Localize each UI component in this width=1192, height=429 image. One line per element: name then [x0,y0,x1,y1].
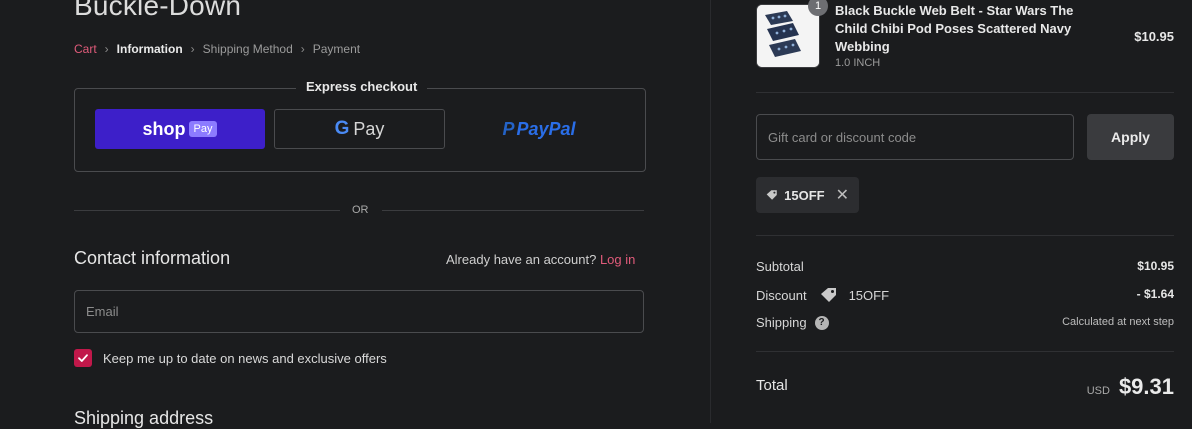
contact-heading: Contact information [74,248,231,268]
close-icon[interactable]: ✕ [836,185,849,205]
chevron-right-icon: › [300,42,305,56]
belt-image-icon [757,5,819,67]
account-prompt: Already have an account? Log in [446,252,635,267]
applied-discount-tag: 15OFF ✕ [756,177,859,213]
total-label: Total [756,377,788,394]
product-variant: 1.0 INCH [835,57,881,69]
express-checkout-title: Express checkout [296,79,428,94]
shop-pay-button[interactable]: shop Pay [95,109,265,149]
discount-value: - $1.64 [1136,287,1174,301]
discount-code: 15OFF [848,287,890,303]
email-field[interactable] [74,290,644,333]
store-title[interactable]: Buckle-Down [74,0,241,22]
subtotal-value: $10.95 [1137,259,1174,273]
column-divider [710,0,711,423]
tag-icon [820,288,836,302]
shipping-row: Shipping ? [756,315,829,330]
shop-pay-logo: shop [142,118,186,139]
help-icon[interactable]: ? [814,315,829,330]
google-g-icon: G [334,118,350,139]
breadcrumb-cart[interactable]: Cart [74,42,97,56]
discount-label: Discount [756,287,807,303]
quantity-badge: 1 [808,0,828,16]
or-divider-text: OR [352,204,369,216]
newsletter-label[interactable]: Keep me up to date on news and exclusive… [103,351,387,366]
breadcrumb-information: Information [116,42,183,56]
tag-icon [766,190,777,200]
subtotal-label: Subtotal [756,259,804,274]
paypal-button[interactable]: P PayPal [454,109,624,149]
discount-code-input[interactable] [756,114,1074,160]
checkmark-icon [78,354,88,362]
chevron-right-icon: › [104,42,109,56]
google-pay-label: Pay [353,118,385,139]
summary-divider [756,92,1174,93]
product-thumbnail [756,4,820,68]
google-pay-button[interactable]: G Pay [274,109,445,149]
shipping-heading: Shipping address [74,408,214,428]
apply-discount-button[interactable]: Apply [1087,114,1174,160]
product-name: Black Buckle Web Belt - Star Wars The Ch… [835,3,1074,54]
discount-row: Discount 15OFF [756,287,889,303]
applied-discount-code: 15OFF [784,187,825,203]
or-divider-right [382,210,644,211]
shipping-value: Calculated at next step [1062,316,1174,328]
shipping-label: Shipping [756,315,807,330]
or-divider-left [74,210,340,211]
summary-divider [756,351,1174,352]
login-link[interactable]: Log in [600,252,635,267]
account-prompt-text: Already have an account? [446,252,597,267]
breadcrumb-payment: Payment [312,42,361,56]
shop-pay-pill: Pay [188,121,218,137]
breadcrumb-shipping-method: Shipping Method [202,42,293,56]
newsletter-checkbox[interactable] [74,349,92,367]
total-value-group: USD $9.31 [1087,374,1174,400]
total-amount: $9.31 [1118,374,1174,399]
breadcrumb: Cart › Information › Shipping Method › P… [74,42,360,56]
paypal-label: PayPal [516,118,576,139]
summary-divider [756,235,1174,236]
product-price: $10.95 [1134,29,1174,44]
chevron-right-icon: › [190,42,195,56]
currency-code: USD [1086,385,1110,397]
paypal-icon: P [502,118,515,139]
